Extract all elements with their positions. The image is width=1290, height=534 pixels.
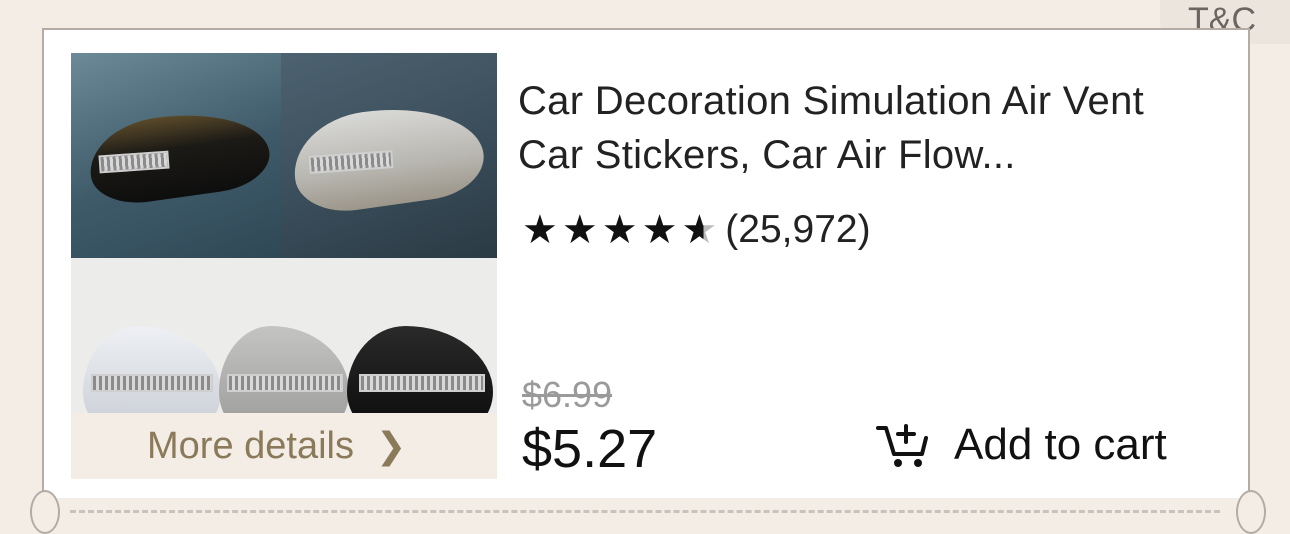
star-icon: ★ <box>522 208 558 252</box>
cart-plus-icon <box>876 424 928 467</box>
card-notch-left <box>30 490 60 534</box>
product-title[interactable]: Car Decoration Simulation Air Vent Car S… <box>518 74 1208 182</box>
star-icon: ★ <box>641 208 678 252</box>
add-to-cart-button[interactable]: Add to cart <box>876 420 1167 470</box>
rating-count: (25,972) <box>725 208 871 251</box>
card-notch-right <box>1236 490 1266 534</box>
product-photo-color-options <box>71 258 497 413</box>
star-icon: ★ <box>561 208 598 252</box>
chevron-right-icon: ❯ <box>375 425 407 466</box>
product-rating[interactable]: ★ ★ ★ ★ ★ (25,972) <box>522 205 871 255</box>
add-to-cart-label: Add to cart <box>954 420 1167 469</box>
star-icon: ★ <box>601 208 638 252</box>
product-photo-black-scoop <box>71 53 281 258</box>
card-divider <box>70 510 1220 513</box>
product-photo-silver-scoop <box>281 53 497 258</box>
sale-price: $5.27 <box>522 419 658 479</box>
original-price: $6.99 <box>522 374 613 415</box>
more-details-link[interactable]: More details ❯ <box>71 413 497 479</box>
star-half-icon: ★ <box>681 205 717 255</box>
product-image[interactable]: More details ❯ <box>71 53 497 479</box>
more-details-label: More details <box>147 424 354 467</box>
